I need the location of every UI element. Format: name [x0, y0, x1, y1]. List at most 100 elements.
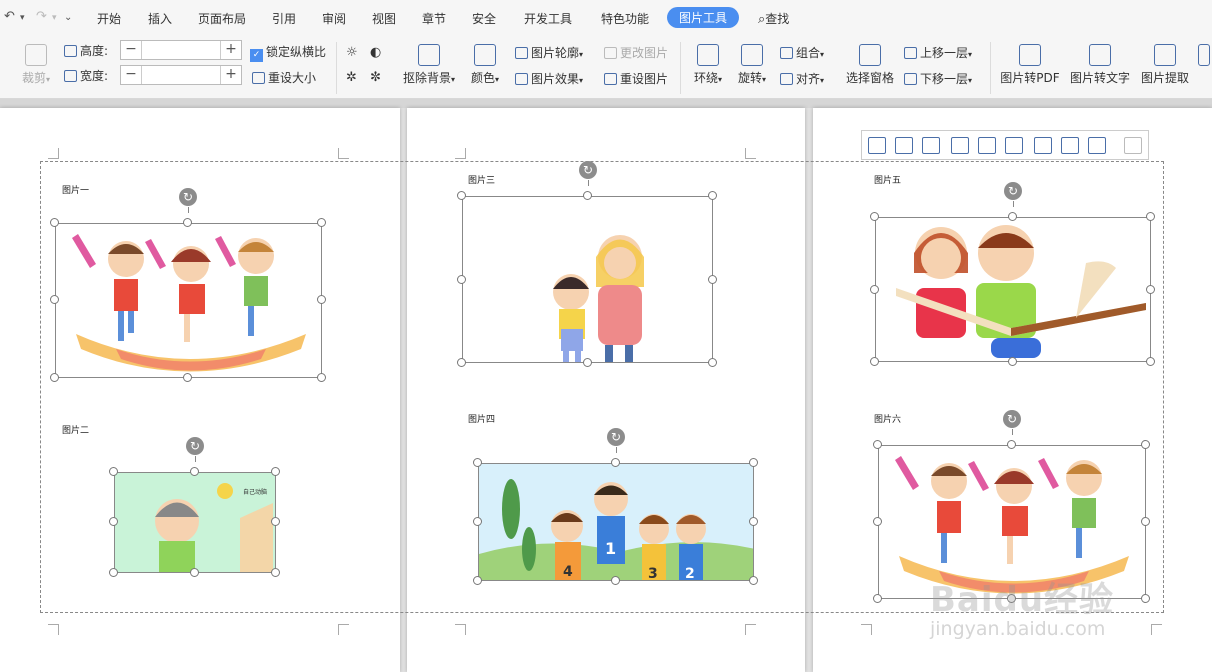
picture-4-team-kids[interactable]: 1 4 3 2: [478, 463, 754, 581]
picture-extract-button[interactable]: 图片提取: [1140, 44, 1190, 86]
picture-effect-button[interactable]: 图片效果▾: [515, 70, 583, 87]
align-top-icon[interactable]: [951, 137, 969, 154]
resize-handle[interactable]: [190, 568, 199, 577]
distribute-vertically-icon[interactable]: [1088, 137, 1106, 154]
resize-handle[interactable]: [583, 358, 592, 367]
picture-2-thinking-kid[interactable]: 自己动脑: [114, 472, 276, 573]
align-middle-icon[interactable]: [978, 137, 996, 154]
resize-handle[interactable]: [50, 373, 59, 382]
search-button[interactable]: ⌕查找: [758, 10, 789, 27]
tab-insert[interactable]: 插入: [148, 10, 172, 27]
tab-page-layout[interactable]: 页面布局: [198, 10, 246, 27]
undo-icon[interactable]: ↶: [4, 9, 15, 24]
color-button[interactable]: 颜色▾: [469, 44, 501, 86]
tab-view[interactable]: 视图: [372, 10, 396, 27]
bring-forward-button[interactable]: 上移一层▾: [904, 44, 972, 61]
picture-to-text-button[interactable]: 图片转文字: [1069, 44, 1131, 86]
contrast-decrease-icon[interactable]: ✼: [370, 70, 381, 85]
resize-handle[interactable]: [1007, 440, 1016, 449]
redo-dropdown-icon[interactable]: ▾: [52, 13, 57, 23]
resize-handle[interactable]: [611, 458, 620, 467]
height-decrease-button[interactable]: −: [121, 41, 142, 59]
resize-handle[interactable]: [109, 517, 118, 526]
resize-handle[interactable]: [1008, 357, 1017, 366]
resize-handle[interactable]: [1141, 517, 1150, 526]
distribute-horizontally-icon[interactable]: [1034, 137, 1052, 154]
rotate-handle-icon[interactable]: ↻: [1004, 182, 1022, 200]
resize-handle[interactable]: [183, 218, 192, 227]
rotate-button[interactable]: 旋转▾: [734, 44, 770, 86]
redo-icon[interactable]: ↷: [36, 9, 47, 24]
align-bottom-icon[interactable]: [1005, 137, 1023, 154]
send-backward-button[interactable]: 下移一层▾: [904, 70, 972, 87]
document-page-2[interactable]: [407, 108, 805, 672]
resize-handle[interactable]: [1146, 357, 1155, 366]
resize-handle[interactable]: [870, 357, 879, 366]
text-wrap-button[interactable]: 环绕▾: [690, 44, 726, 86]
rotate-handle-icon[interactable]: ↻: [607, 428, 625, 446]
resize-handle[interactable]: [749, 576, 758, 585]
resize-handle[interactable]: [870, 212, 879, 221]
crop-button[interactable]: 裁剪▾: [20, 44, 52, 86]
tab-home[interactable]: 开始: [97, 10, 121, 27]
resize-handle[interactable]: [708, 358, 717, 367]
resize-handle[interactable]: [583, 191, 592, 200]
resize-handle[interactable]: [1141, 440, 1150, 449]
height-increase-button[interactable]: +: [220, 41, 241, 59]
align-right-icon[interactable]: [922, 137, 940, 154]
resize-handle[interactable]: [271, 568, 280, 577]
resize-handle[interactable]: [317, 373, 326, 382]
resize-handle[interactable]: [749, 458, 758, 467]
resize-handle[interactable]: [317, 295, 326, 304]
rotate-handle-icon[interactable]: ↻: [179, 188, 197, 206]
resize-handle[interactable]: [708, 191, 717, 200]
document-page-1[interactable]: [0, 108, 400, 672]
rotate-handle-icon[interactable]: ↻: [186, 437, 204, 455]
resize-handle[interactable]: [109, 568, 118, 577]
resize-handle[interactable]: [1146, 285, 1155, 294]
resize-handle[interactable]: [109, 467, 118, 476]
tab-security[interactable]: 安全: [472, 10, 496, 27]
width-increase-button[interactable]: +: [220, 66, 241, 84]
resize-handle[interactable]: [708, 275, 717, 284]
resize-handle[interactable]: [611, 576, 620, 585]
remove-background-button[interactable]: 抠除背景▾: [400, 44, 458, 86]
group-button[interactable]: 组合▾: [780, 44, 824, 61]
picture-1-dancing-kids[interactable]: [55, 223, 322, 378]
reset-size-button[interactable]: 重设大小: [252, 69, 316, 86]
width-decrease-button[interactable]: −: [121, 66, 142, 84]
resize-handle[interactable]: [873, 517, 882, 526]
picture-3-mother-and-child[interactable]: [462, 196, 713, 363]
undo-dropdown-icon[interactable]: ▾: [20, 13, 25, 23]
tab-references[interactable]: 引用: [272, 10, 296, 27]
width-field[interactable]: − +: [120, 65, 242, 85]
brightness-increase-icon[interactable]: ☼: [346, 45, 358, 60]
change-picture-button[interactable]: 更改图片: [604, 44, 668, 61]
resize-handle[interactable]: [50, 218, 59, 227]
tab-picture-tools[interactable]: 图片工具: [667, 7, 740, 28]
resize-handle[interactable]: [457, 191, 466, 200]
group-objects-icon[interactable]: [1124, 137, 1142, 154]
resize-handle[interactable]: [1141, 594, 1150, 603]
brightness-decrease-icon[interactable]: ✲: [346, 70, 357, 85]
resize-handle[interactable]: [183, 373, 192, 382]
tab-chapter[interactable]: 章节: [422, 10, 446, 27]
picture-5-reading-kids[interactable]: [875, 217, 1151, 362]
resize-handle[interactable]: [1008, 212, 1017, 221]
align-button[interactable]: 对齐▾: [780, 70, 824, 87]
distribute-horizontal-spacing-icon[interactable]: [1061, 137, 1079, 154]
more-tools-icon[interactable]: [1198, 44, 1210, 69]
align-left-icon[interactable]: [868, 137, 886, 154]
rotate-handle-icon[interactable]: ↻: [579, 161, 597, 179]
lock-aspect-ratio-checkbox[interactable]: ✓ 锁定纵横比: [250, 43, 326, 62]
resize-handle[interactable]: [473, 517, 482, 526]
picture-outline-button[interactable]: 图片轮廓▾: [515, 44, 583, 61]
resize-handle[interactable]: [271, 517, 280, 526]
resize-handle[interactable]: [749, 517, 758, 526]
reset-picture-button[interactable]: 重设图片: [604, 70, 668, 87]
tab-developer[interactable]: 开发工具: [524, 10, 572, 27]
resize-handle[interactable]: [473, 458, 482, 467]
resize-handle[interactable]: [457, 275, 466, 284]
customize-toolbar-icon[interactable]: ⌄: [64, 12, 72, 23]
tab-review[interactable]: 审阅: [322, 10, 346, 27]
